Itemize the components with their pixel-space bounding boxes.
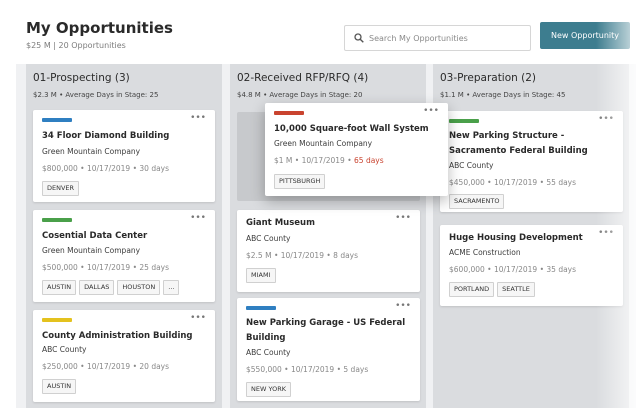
location-tags: PORTLAND SEATTLE <box>449 282 535 297</box>
column-summary: $2.3 M • Average Days in Stage: 25 <box>33 91 159 99</box>
opportunity-card[interactable]: ••• Huge Housing Development ACME Constr… <box>440 225 623 306</box>
location-tags: SACRAMENTO <box>449 194 505 209</box>
company-name: Green Mountain Company <box>274 139 373 148</box>
column-summary: $4.8 M • Average Days in Stage: 20 <box>237 91 363 99</box>
opportunity-meta: $250,000 • 10/17/2019 • 20 days <box>42 362 170 371</box>
location-tag[interactable]: SACRAMENTO <box>449 194 505 209</box>
opportunity-name: Huge Housing Development <box>449 233 583 243</box>
opportunity-meta: $500,000 • 10/17/2019 • 25 days <box>42 263 170 272</box>
more-options-icon[interactable]: ••• <box>395 213 411 223</box>
page-summary: $25 M | 20 Opportunities <box>26 41 126 50</box>
page-title: My Opportunities <box>26 19 173 37</box>
new-opportunity-button[interactable]: New Opportunity <box>540 22 630 49</box>
location-tag[interactable]: DENVER <box>42 181 80 196</box>
more-options-icon[interactable]: ••• <box>598 228 614 238</box>
location-tag[interactable]: AUSTIN <box>42 379 77 394</box>
opportunity-meta: $450,000 • 10/17/2019 • 55 days <box>449 178 577 187</box>
location-tag[interactable]: AUSTIN <box>42 280 77 295</box>
opportunity-card[interactable]: ••• 34 Floor Diamond Building Green Moun… <box>33 110 215 202</box>
column-title: 03-Preparation (2) <box>440 72 537 84</box>
opportunity-name: 10,000 Square-foot Wall System <box>274 124 429 134</box>
opportunity-card[interactable]: ••• Cosential Data Center Green Mountain… <box>33 210 215 302</box>
search-box[interactable] <box>344 25 531 51</box>
location-tag[interactable]: PORTLAND <box>449 282 495 297</box>
opportunity-meta: $600,000 • 10/17/2019 • 35 days <box>449 265 577 274</box>
more-options-icon[interactable]: ••• <box>423 106 439 116</box>
company-name: ABC County <box>42 345 87 354</box>
company-name: ABC County <box>246 348 291 357</box>
opportunity-name-line1: New Parking Structure - <box>449 131 565 141</box>
search-icon <box>354 33 364 43</box>
location-tag[interactable]: HOUSTON <box>117 280 161 295</box>
stage-color-bar <box>246 306 276 310</box>
opportunity-card[interactable]: ••• County Administration Building ABC C… <box>33 310 215 402</box>
location-tag[interactable]: SEATTLE <box>497 282 535 297</box>
company-name: Green Mountain Company <box>42 147 141 156</box>
stage-color-bar <box>42 218 72 222</box>
location-tags: DENVER <box>42 181 80 196</box>
location-tags: AUSTIN <box>42 379 77 394</box>
opportunity-name-line2: Sacramento Federal Building <box>449 146 588 156</box>
opportunity-meta: $1 M • 10/17/2019 • 65 days <box>274 156 384 165</box>
location-tags: MIAMI <box>246 268 276 283</box>
location-tag[interactable]: NEW YORK <box>246 382 291 397</box>
search-input[interactable] <box>369 29 527 47</box>
location-tags: NEW YORK <box>246 382 291 397</box>
opportunity-meta: $550,000 • 10/17/2019 • 5 days <box>246 365 369 374</box>
opportunity-card[interactable]: ••• Giant Museum ABC County $2.5 M • 10/… <box>237 210 420 292</box>
location-tag[interactable]: PITTSBURGH <box>274 174 326 189</box>
company-name: ABC County <box>449 161 494 170</box>
opportunity-meta: $800,000 • 10/17/2019 • 30 days <box>42 164 170 173</box>
days-in-stage-overdue: 65 days <box>354 156 384 165</box>
opportunity-meta: $2.5 M • 10/17/2019 • 8 days <box>246 251 359 260</box>
company-name: Green Mountain Company <box>42 246 141 255</box>
more-options-icon[interactable]: ••• <box>598 114 614 124</box>
page-header: My Opportunities $25 M | 20 Opportunitie… <box>0 0 636 62</box>
more-tags-tag[interactable]: ... <box>163 280 180 295</box>
column-title: 01-Prospecting (3) <box>33 72 130 84</box>
opportunity-name: County Administration Building <box>42 331 193 341</box>
more-options-icon[interactable]: ••• <box>395 301 411 311</box>
location-tag[interactable]: MIAMI <box>246 268 276 283</box>
opportunity-meta-text: $1 M • 10/17/2019 • <box>274 156 355 165</box>
more-options-icon[interactable]: ••• <box>190 213 206 223</box>
column-title: 02-Received RFP/RFQ (4) <box>237 72 369 84</box>
opportunity-name-line2: Building <box>246 333 286 343</box>
location-tags: PITTSBURGH <box>274 174 326 189</box>
opportunity-name: 34 Floor Diamond Building <box>42 131 170 141</box>
column-summary: $1.1 M • Average Days in Stage: 45 <box>440 91 566 99</box>
stage-color-bar <box>42 318 72 322</box>
opportunity-name: Giant Museum <box>246 218 315 228</box>
opportunity-name: Cosential Data Center <box>42 231 148 241</box>
location-tag[interactable]: DALLAS <box>79 280 115 295</box>
stage-color-bar <box>274 111 304 115</box>
dragged-opportunity-card[interactable]: ••• 10,000 Square-foot Wall System Green… <box>265 103 448 196</box>
company-name: ABC County <box>246 234 291 243</box>
more-options-icon[interactable]: ••• <box>190 113 206 123</box>
stage-color-bar <box>42 118 72 122</box>
opportunity-card[interactable]: ••• New Parking Garage - US Federal Buil… <box>237 298 420 401</box>
opportunity-name-line1: New Parking Garage - US Federal <box>246 318 406 328</box>
stage-color-bar <box>449 119 479 123</box>
opportunity-card[interactable]: ••• New Parking Structure - Sacramento F… <box>440 111 623 212</box>
location-tags: AUSTIN DALLAS HOUSTON ... <box>42 280 180 295</box>
company-name: ACME Construction <box>449 248 521 257</box>
more-options-icon[interactable]: ••• <box>190 313 206 323</box>
